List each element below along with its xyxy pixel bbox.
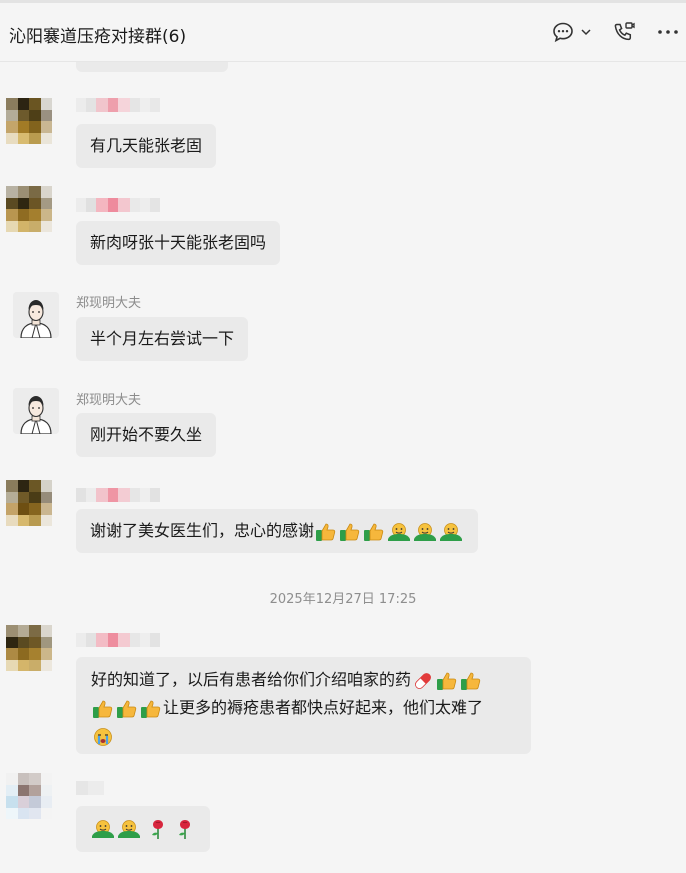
message-text: 谢谢了美女医生们，忠心的感谢 <box>90 521 315 540</box>
hug-icon <box>414 522 437 541</box>
sender-name-blurred <box>76 98 160 112</box>
message-bubble[interactable]: 半个月左右尝试一下 <box>76 317 249 361</box>
sender-name: 郑现明大夫 <box>76 296 142 311</box>
avatar[interactable] <box>6 773 52 819</box>
message-bubble[interactable]: 新肉呀张十天能张老固吗 <box>76 221 281 265</box>
message-bubble[interactable]: 刚开始不要久坐 <box>76 413 217 457</box>
message-bubble[interactable]: 有几天能张老固 <box>76 124 217 168</box>
timestamp: 2025年12月27日 17:25 <box>269 592 417 607</box>
doctor-avatar[interactable] <box>13 388 59 434</box>
message-list[interactable]: 有几天能张老固 新肉呀张十天能张老固吗 郑现明大夫 半个月左右尝试一下 郑现明大… <box>0 62 686 873</box>
avatar[interactable] <box>6 186 52 232</box>
thumbs-up-icon <box>117 700 137 718</box>
thumbs-up-icon <box>340 523 360 541</box>
avatar[interactable] <box>6 480 52 526</box>
sender-name-blurred <box>76 488 160 502</box>
chevron-down-icon[interactable] <box>580 20 592 44</box>
message-bubble[interactable]: 谢谢了美女医生们，忠心的感谢 <box>76 509 479 553</box>
rose-icon <box>152 819 164 839</box>
crying-icon <box>94 727 112 746</box>
sender-name-blurred <box>76 198 160 212</box>
chat-header: 沁阳褰道压疮对接群(6) <box>0 3 686 62</box>
sender-name: 郑现明大夫 <box>76 393 142 408</box>
rose-icon <box>179 819 191 839</box>
thumbs-up-icon <box>437 672 457 690</box>
hug-icon <box>118 819 140 838</box>
sender-name-blurred <box>76 781 104 795</box>
thumbs-up-icon <box>461 672 481 690</box>
video-call-icon[interactable] <box>612 20 636 44</box>
thumbs-up-icon <box>93 700 113 718</box>
avatar[interactable] <box>6 625 52 671</box>
message-bubble-partial[interactable] <box>76 62 228 72</box>
message-text: 好的知道了，以后有患者给你们介绍咱家的药 <box>91 670 412 689</box>
avatar[interactable] <box>6 98 52 144</box>
pill-icon <box>415 672 431 689</box>
message-bubble[interactable]: 好的知道了，以后有患者给你们介绍咱家的药让更多的褥疮患者都快点好起来，他们太难了 <box>76 657 531 754</box>
message-text: 让更多的褥疮患者都快点好起来，他们太难了 <box>163 698 484 717</box>
hug-icon <box>440 522 463 541</box>
doctor-avatar[interactable] <box>13 292 59 338</box>
thumbs-up-icon <box>364 523 384 541</box>
thumbs-up-icon <box>141 700 161 718</box>
hug-icon <box>388 522 411 541</box>
message-bubble[interactable] <box>76 806 211 852</box>
more-icon[interactable] <box>657 20 679 44</box>
chat-bubble-icon[interactable] <box>551 20 575 44</box>
hug-icon <box>92 819 114 838</box>
sender-name-blurred <box>76 633 160 647</box>
chat-title[interactable]: 沁阳褰道压疮对接群(6) <box>9 22 186 47</box>
thumbs-up-icon <box>316 523 336 541</box>
